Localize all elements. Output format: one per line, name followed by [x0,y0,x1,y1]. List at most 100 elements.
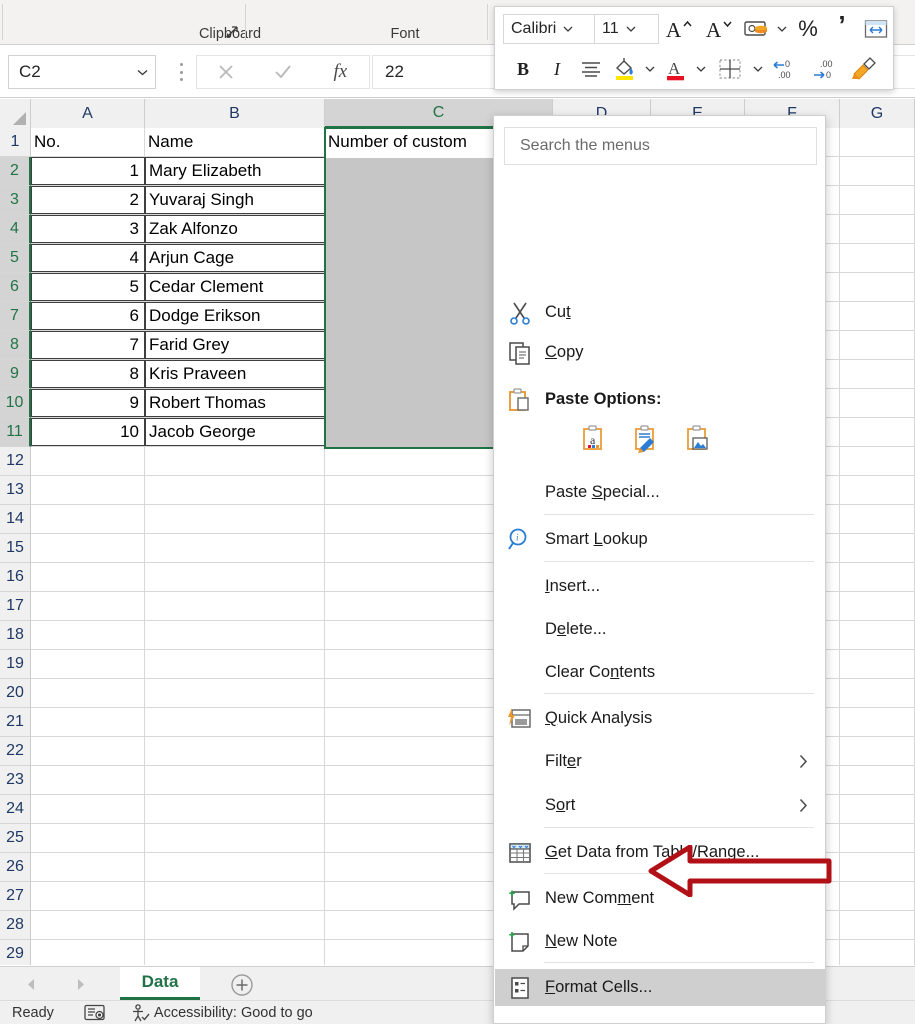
align-center-icon[interactable] [575,53,607,85]
cell-a9[interactable]: 8 [31,360,145,388]
decrease-decimal-icon[interactable]: .00 0 [808,53,846,85]
row-header-12[interactable]: 12 [0,447,31,476]
row-header-7[interactable]: 7 [0,302,31,331]
paste-formatting-icon[interactable] [630,422,664,456]
format-painter-icon[interactable] [848,53,880,85]
accessibility-icon[interactable] [130,1003,152,1022]
row-header-16[interactable]: 16 [0,563,31,592]
cell-b8[interactable]: Farid Grey [145,331,325,359]
record-macro-icon[interactable] [84,1004,108,1022]
row-header-13[interactable]: 13 [0,476,31,505]
row-header-2[interactable]: 2 [0,157,31,186]
percent-style-icon[interactable]: % [792,13,824,45]
column-header-b[interactable]: B [145,99,325,128]
menu-item-copy[interactable]: Copy [495,334,826,371]
row-header-10[interactable]: 10 [0,389,31,418]
row-header-4[interactable]: 4 [0,215,31,244]
cell-a10[interactable]: 9 [31,389,145,417]
cell-a11[interactable]: 10 [31,418,145,446]
row-header-27[interactable]: 27 [0,882,31,911]
row-header-1[interactable]: 1 [0,128,31,157]
cell-b11[interactable]: Jacob George [145,418,325,446]
row-header-28[interactable]: 28 [0,911,31,940]
menu-item-cut[interactable]: Cut [495,294,826,331]
row-header-21[interactable]: 21 [0,708,31,737]
previous-sheet-icon[interactable] [22,973,40,995]
column-header-g[interactable]: G [840,99,915,128]
row-header-19[interactable]: 19 [0,650,31,679]
menu-item-quick-analysis[interactable]: Quick Analysis [495,700,826,737]
font-name-combo[interactable]: Calibri [503,14,595,44]
row-header-8[interactable]: 8 [0,331,31,360]
accounting-format-chevron-down-icon[interactable] [773,13,790,45]
row-header-14[interactable]: 14 [0,505,31,534]
menu-item-pick-from-drop-down-list[interactable]: Pick From Drop-down List... [495,1013,826,1024]
menu-item-sort[interactable]: Sort [495,787,826,824]
name-box-chevron-down-icon[interactable] [129,69,155,76]
menu-item-delete[interactable]: Delete... [495,611,826,648]
cancel-edit-icon[interactable] [200,56,252,88]
row-header-25[interactable]: 25 [0,824,31,853]
row-header-20[interactable]: 20 [0,679,31,708]
cell-a5[interactable]: 4 [31,244,145,272]
increase-font-size-icon[interactable]: A [661,13,699,45]
formula-bar-grip[interactable] [174,60,188,84]
sheet-tab-data[interactable]: Data [120,967,200,1000]
row-header-5[interactable]: 5 [0,244,31,273]
row-header-26[interactable]: 26 [0,853,31,882]
menu-item-insert[interactable]: Insert... [495,568,826,605]
font-name-chevron-down-icon[interactable] [556,26,580,32]
paste-picture-icon[interactable] [682,422,716,456]
font-size-combo[interactable]: 11 [595,14,659,44]
borders-chevron-down-icon[interactable] [749,53,766,85]
add-sheet-icon[interactable] [228,971,256,999]
comma-style-icon[interactable]: ’ [826,12,858,45]
menu-item-paste-options[interactable]: Paste Options: [495,381,826,418]
cell-b4[interactable]: Zak Alfonzo [145,215,325,243]
italic-icon[interactable]: I [541,53,573,85]
font-color-chevron-down-icon[interactable] [692,53,709,85]
cell-b5[interactable]: Arjun Cage [145,244,325,272]
row-header-15[interactable]: 15 [0,534,31,563]
row-header-23[interactable]: 23 [0,766,31,795]
decrease-font-size-icon[interactable]: A [701,13,739,45]
select-all-corner[interactable] [0,99,31,128]
confirm-edit-icon[interactable] [257,56,309,88]
row-header-17[interactable]: 17 [0,592,31,621]
cell-a8[interactable]: 7 [31,331,145,359]
bold-icon[interactable]: B [507,53,539,85]
name-box[interactable]: C2 [8,55,156,89]
cell-b7[interactable]: Dodge Erikson [145,302,325,330]
cell-a4[interactable]: 3 [31,215,145,243]
menu-item-smart-lookup[interactable]: i Smart Lookup [495,521,826,558]
menu-search-input[interactable]: Search the menus [504,127,817,165]
font-color-icon[interactable]: A [660,53,692,85]
row-header-22[interactable]: 22 [0,737,31,766]
cell-b10[interactable]: Robert Thomas [145,389,325,417]
row-header-11[interactable]: 11 [0,418,31,447]
cell-b2[interactable]: Mary Elizabeth [145,157,325,185]
row-header-18[interactable]: 18 [0,621,31,650]
row-header-3[interactable]: 3 [0,186,31,215]
mini-toolbar[interactable]: Calibri 11 A A % ’ B I A 0 .00 .00 0 [494,6,894,90]
accounting-number-format-icon[interactable] [741,13,773,45]
row-header-9[interactable]: 9 [0,360,31,389]
clipboard-dialog-launcher[interactable] [225,24,240,39]
insert-function-icon[interactable]: fx [314,56,366,88]
font-size-chevron-down-icon[interactable] [619,26,643,32]
increase-decimal-icon[interactable]: 0 .00 [768,53,806,85]
paste-values-icon[interactable]: a [578,422,612,456]
column-header-a[interactable]: A [31,99,145,128]
menu-item-filter[interactable]: Filter [495,743,826,780]
menu-item-new-note[interactable]: New Note [495,923,826,960]
cell-a2[interactable]: 1 [31,157,145,185]
row-header-29[interactable]: 29 [0,940,31,965]
menu-item-format-cells[interactable]: Format Cells... [495,969,826,1006]
wrap-text-icon[interactable] [860,13,892,45]
cell-a6[interactable]: 5 [31,273,145,301]
cell-b6[interactable]: Cedar Clement [145,273,325,301]
cell-b9[interactable]: Kris Praveen [145,360,325,388]
cell-b1[interactable]: Name [145,128,325,156]
row-header-6[interactable]: 6 [0,273,31,302]
menu-item-paste-special[interactable]: Paste Special... [495,474,826,511]
